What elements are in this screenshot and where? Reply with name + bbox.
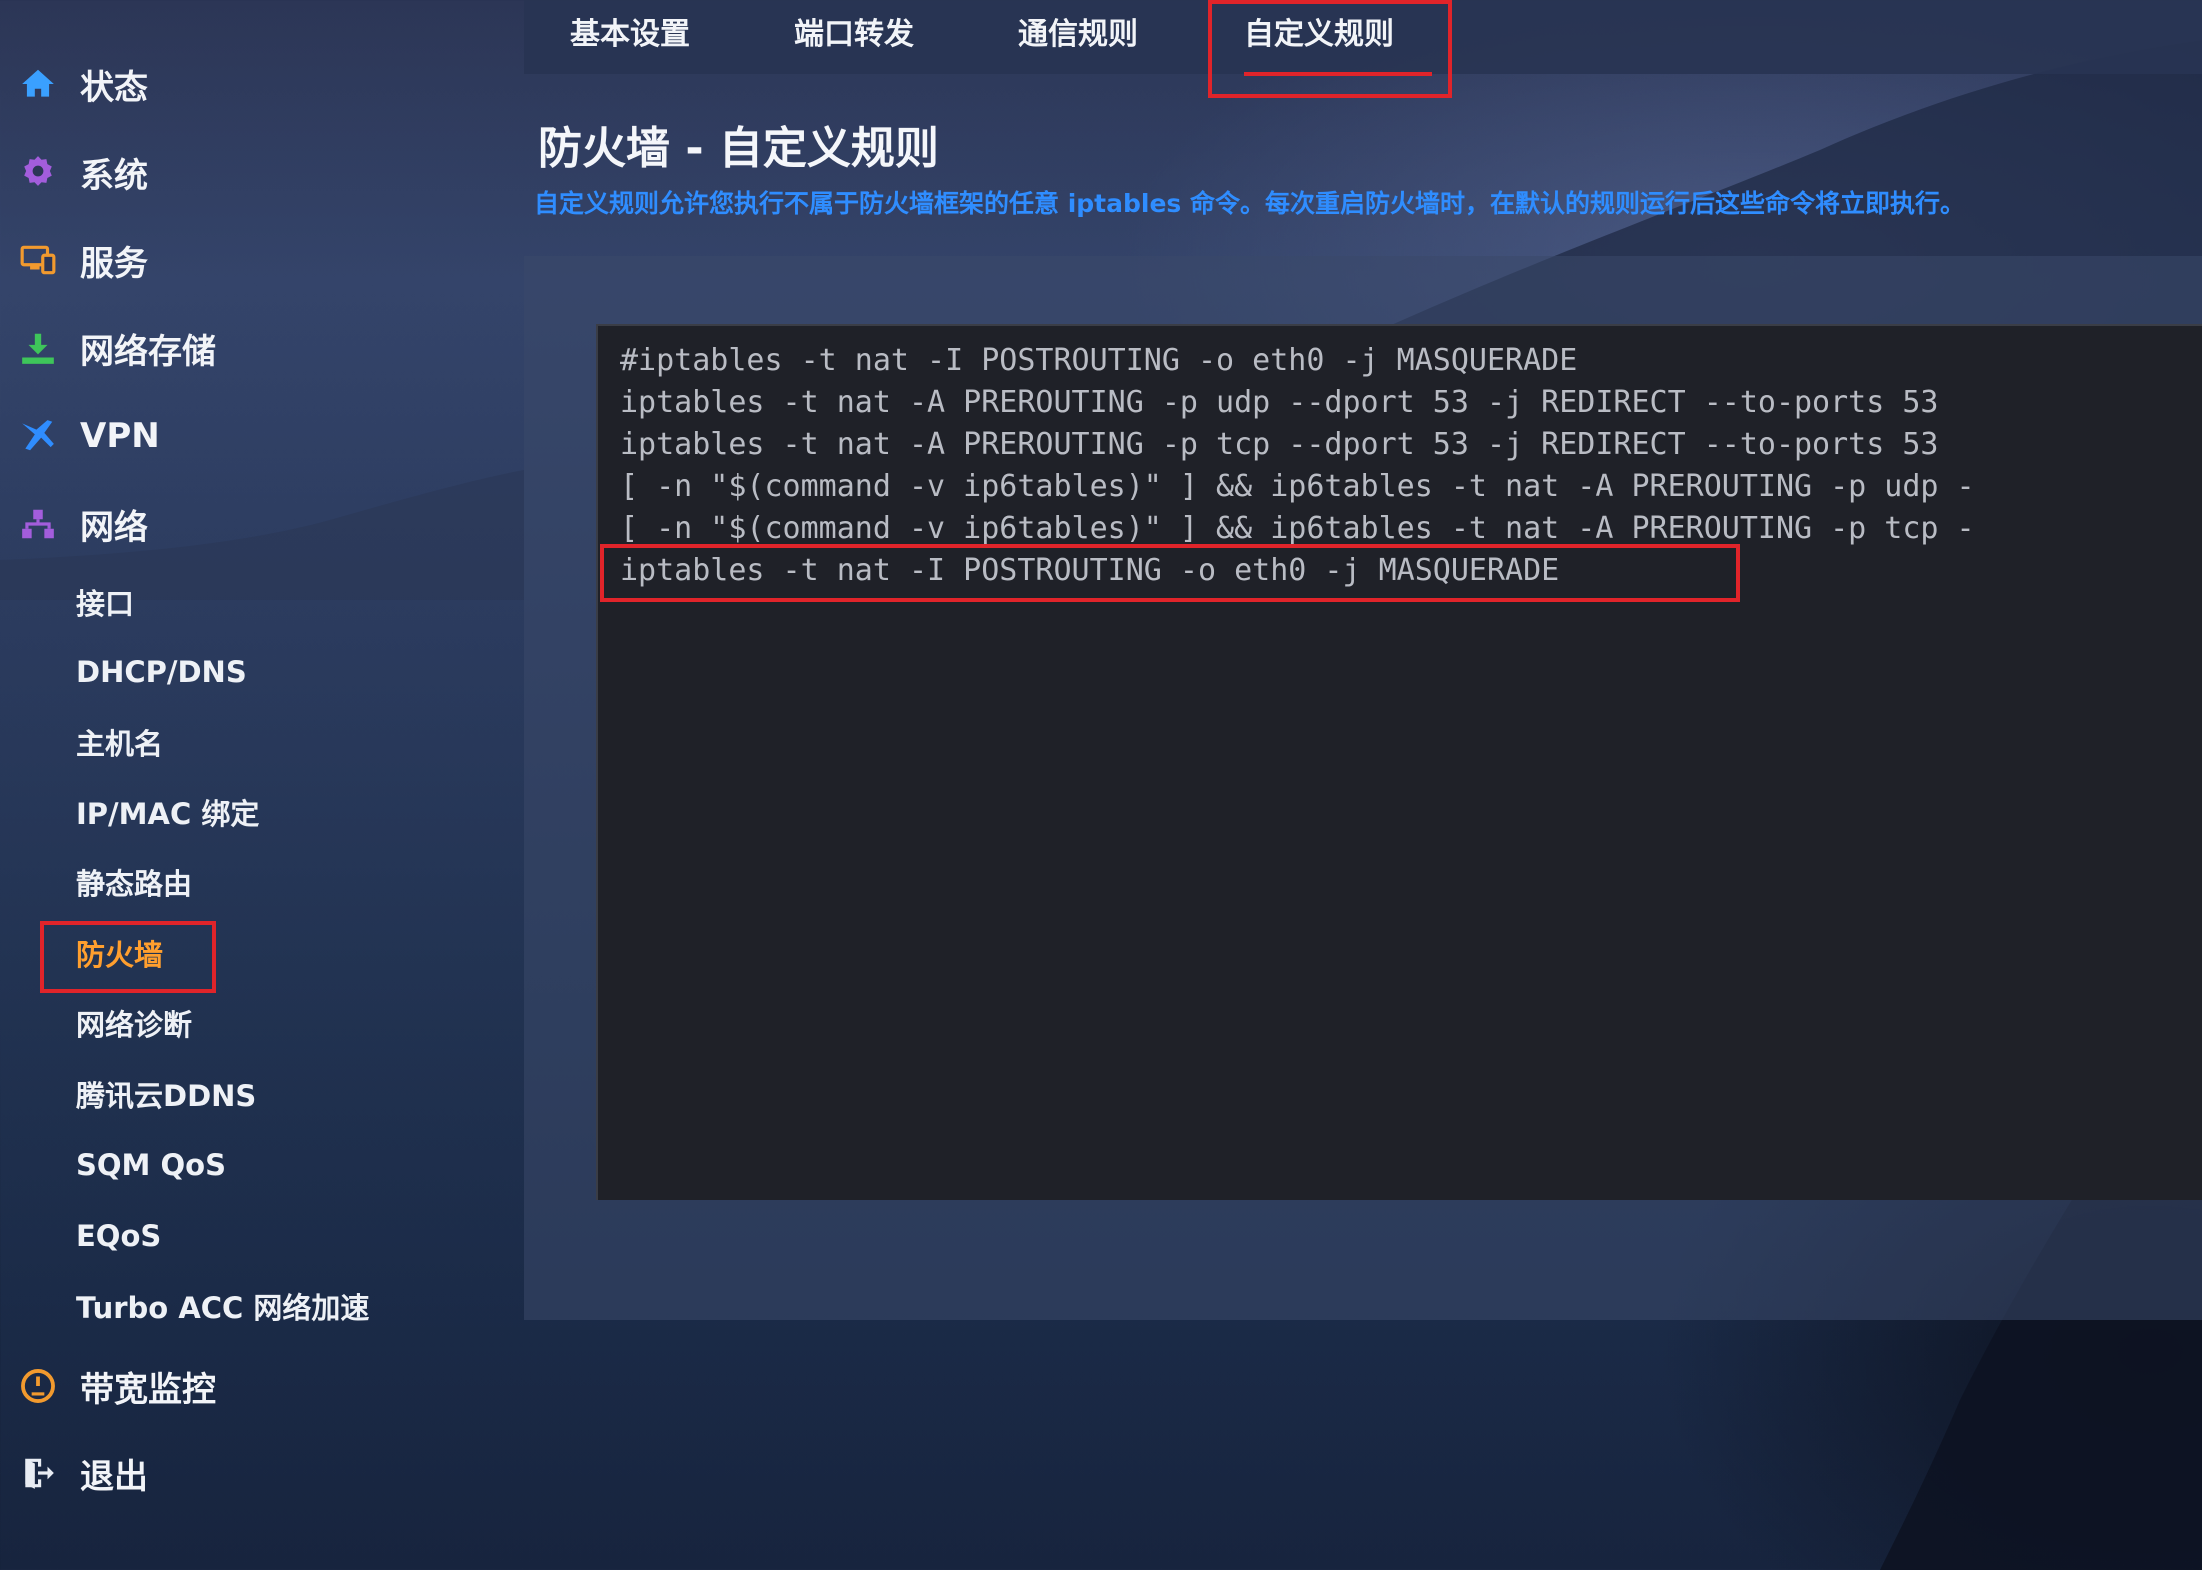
sidebar-item-label: DHCP/DNS bbox=[76, 655, 247, 689]
sidebar-item-label: 腾讯云DDNS bbox=[76, 1079, 257, 1113]
sidebar-item-system[interactable]: 系统 bbox=[18, 142, 148, 202]
code-line: iptables -t nat -A PREROUTING -p tcp --d… bbox=[620, 427, 1939, 462]
sidebar-item-label: 网络存储 bbox=[80, 331, 216, 372]
sidebar-item-eqos[interactable]: EQoS bbox=[76, 1211, 161, 1261]
sidebar-item-label: IP/MAC 绑定 bbox=[76, 797, 260, 831]
sidebar-item-tencent-ddns[interactable]: 腾讯云DDNS bbox=[76, 1069, 256, 1119]
sidebar-item-network[interactable]: 网络 bbox=[18, 494, 148, 554]
sidebar-item-label: SQM QoS bbox=[76, 1148, 226, 1182]
tab-port-forwards[interactable]: 端口转发 bbox=[794, 0, 914, 62]
sidebar-item-label: 带宽监控 bbox=[80, 1369, 216, 1410]
sidebar-item-label: 网络诊断 bbox=[76, 1008, 193, 1042]
tab-label: 端口转发 bbox=[794, 17, 914, 52]
sidebar-item-status[interactable]: 状态 bbox=[18, 54, 148, 114]
download-icon bbox=[18, 328, 58, 368]
sidebar-item-ip-mac-binding[interactable]: IP/MAC 绑定 bbox=[76, 787, 259, 837]
sidebar-item-label: Turbo ACC 网络加速 bbox=[76, 1291, 370, 1325]
sidebar-item-label: 服务 bbox=[80, 243, 148, 284]
sidebar-item-dhcp-dns[interactable]: DHCP/DNS bbox=[76, 647, 247, 697]
masquerade-rule-highlight-box bbox=[600, 544, 1740, 602]
sidebar-item-label: 退出 bbox=[80, 1456, 148, 1497]
home-icon bbox=[18, 64, 58, 104]
sidebar-item-label: 主机名 bbox=[76, 727, 164, 761]
gauge-icon bbox=[18, 1366, 58, 1406]
sidebar-item-bandwidth-monitor[interactable]: 带宽监控 bbox=[18, 1356, 216, 1416]
custom-rules-highlight-box bbox=[1208, 0, 1452, 98]
sidebar-item-static-routes[interactable]: 静态路由 bbox=[76, 857, 192, 907]
code-line: #iptables -t nat -I POSTROUTING -o eth0 … bbox=[620, 343, 1578, 378]
sidebar-item-label: EQoS bbox=[76, 1219, 162, 1253]
sidebar-item-turbo-acc[interactable]: Turbo ACC 网络加速 bbox=[76, 1281, 369, 1331]
sidebar-item-label: 接口 bbox=[76, 587, 135, 621]
sidebar-item-label: 状态 bbox=[80, 67, 148, 108]
page-title: 防火墙 - 自定义规则 bbox=[538, 123, 939, 174]
services-icon bbox=[18, 240, 58, 280]
gear-icon bbox=[18, 152, 58, 192]
custom-rules-editor[interactable]: #iptables -t nat -I POSTROUTING -o eth0 … bbox=[596, 324, 2202, 1200]
code-line: iptables -t nat -A PREROUTING -p udp --d… bbox=[620, 385, 1939, 420]
sidebar-item-services[interactable]: 服务 bbox=[18, 230, 148, 290]
sidebar-item-sqm-qos[interactable]: SQM QoS bbox=[76, 1140, 226, 1190]
page-description: 自定义规则允许您执行不属于防火墙框架的任意 iptables 命令。每次重启防火… bbox=[534, 189, 1965, 218]
network-icon bbox=[18, 504, 58, 544]
code-line: [ -n "$(command -v ip6tables)" ] && ip6t… bbox=[620, 469, 1975, 504]
sidebar-item-network-storage[interactable]: 网络存储 bbox=[18, 318, 216, 378]
tab-traffic-rules[interactable]: 通信规则 bbox=[1018, 0, 1138, 62]
sidebar-item-vpn[interactable]: VPN bbox=[18, 406, 160, 466]
sidebar-item-label: 网络 bbox=[80, 507, 148, 548]
sidebar: 状态 系统 服务 网络存储 VPN 网络 接口 DHCP/DNS 主机名 IP/… bbox=[0, 0, 520, 1570]
sidebar-item-hostnames[interactable]: 主机名 bbox=[76, 717, 163, 767]
tab-general-settings[interactable]: 基本设置 bbox=[570, 0, 690, 62]
sidebar-item-interfaces[interactable]: 接口 bbox=[76, 577, 134, 627]
sidebar-item-label: 静态路由 bbox=[76, 867, 193, 901]
tab-label: 通信规则 bbox=[1018, 17, 1138, 52]
sidebar-item-label: VPN bbox=[80, 416, 160, 456]
logout-icon bbox=[18, 1453, 58, 1493]
plane-icon bbox=[18, 416, 58, 456]
sidebar-item-logout[interactable]: 退出 bbox=[18, 1443, 148, 1503]
firewall-highlight-box bbox=[40, 921, 216, 993]
tab-label: 基本设置 bbox=[570, 17, 690, 52]
sidebar-item-label: 系统 bbox=[80, 155, 148, 196]
sidebar-item-network-diagnostics[interactable]: 网络诊断 bbox=[76, 998, 192, 1048]
